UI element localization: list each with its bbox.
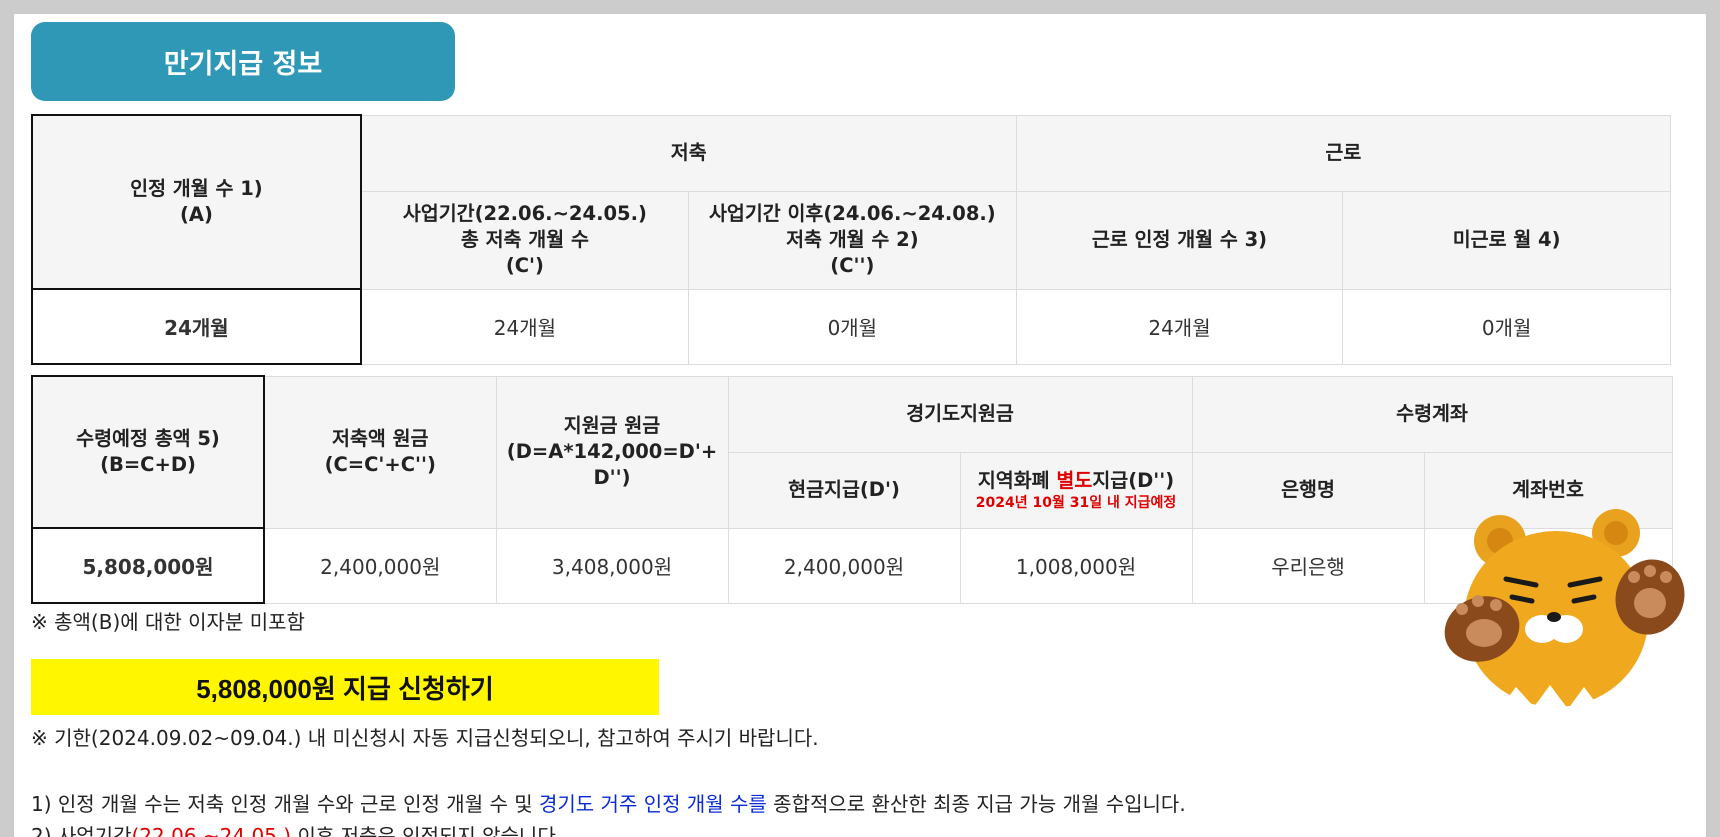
header-line: 인정 개월 수 1) <box>130 177 263 200</box>
account-group-header: 수령계좌 <box>1191 375 1673 453</box>
footnote-2-highlight: (22.06.~24.05.) <box>131 824 292 837</box>
deadline-note: ※ 기한(2024.09.02~09.04.) 내 미신청시 자동 지급신청되오… <box>31 726 819 750</box>
footnote-1-suffix: 종합적으로 환산한 최종 지급 가능 개월 수입니다. <box>766 792 1186 816</box>
header-line: 저축액 원금 <box>332 427 429 450</box>
interest-note: ※ 총액(B)에 대한 이자분 미포함 <box>31 610 305 634</box>
header-line: (C'') <box>830 254 875 277</box>
support-value: 3,408,000원 <box>495 527 729 604</box>
header-line: 저축 개월 수 2) <box>786 228 919 251</box>
footnote-2-suffix: 이후 저축은 인정되지 않습니다. <box>291 824 563 837</box>
footnote-1: 1) 인정 개월 수는 저축 인정 개월 수와 근로 인정 개월 수 및 경기도… <box>31 788 1186 817</box>
cash-header: 현금지급(D') <box>727 451 961 529</box>
payout-table: 수령예정 총액 5) (B=C+D) 저축액 원금 (C=C'+C'') 지원금… <box>31 375 1673 604</box>
header-line: 총 저축 개월 수 <box>460 228 589 251</box>
after-period-header: 사업기간 이후(24.06.~24.08.) 저축 개월 수 2) (C'') <box>687 190 1017 290</box>
non-work-months-value: 0개월 <box>1342 288 1671 365</box>
header-line: (B=C+D) <box>100 453 196 476</box>
total-value: 5,808,000원 <box>31 527 265 604</box>
recognized-months-value: 24개월 <box>31 288 362 365</box>
work-recognized-months-value: 24개월 <box>1015 288 1344 365</box>
local-currency-value: 1,008,000원 <box>959 527 1193 604</box>
footnote-2-prefix: 2) 사업기간 <box>31 824 132 837</box>
header-line: 사업기간 이후(24.06.~24.08.) <box>708 202 996 225</box>
bank-header: 은행명 <box>1191 451 1425 529</box>
savings-period-header: 사업기간(22.06.~24.05.) 총 저축 개월 수 (C') <box>360 190 689 290</box>
section-title: 만기지급 정보 <box>31 22 455 101</box>
work-group-header: 근로 <box>1015 114 1672 192</box>
local-currency-note: 2024년 10월 31일 내 지급예정 <box>975 495 1177 511</box>
support-header: 지원금 원금 (D=A*142,000=D'+ D'') <box>495 375 729 529</box>
header-line: (D=A*142,000=D'+ <box>506 440 718 463</box>
header-line: (C=C'+C'') <box>324 453 436 476</box>
non-work-header: 미근로 월 4) <box>1342 190 1671 290</box>
apply-payout-button[interactable]: 5,808,000원 지급 신청하기 <box>31 659 659 715</box>
footnote-2: 2) 사업기간(22.06.~24.05.) 이후 저축은 인정되지 않습니다. <box>31 820 562 837</box>
ryan-bear-icon <box>1444 509 1685 711</box>
recognized-months-header: 인정 개월 수 1) (A) <box>31 114 362 290</box>
total-header: 수령예정 총액 5) (B=C+D) <box>31 375 265 529</box>
savings-group-header: 저축 <box>360 114 1017 192</box>
header-line: 수령예정 총액 5) <box>76 427 220 450</box>
local-currency-title: 지역화폐 별도지급(D'') <box>961 468 1192 494</box>
local-currency-highlight: 별도 <box>1056 469 1093 492</box>
months-table: 인정 개월 수 1) (A) 저축 근로 사업기간(22.06.~24.05.)… <box>31 114 1672 365</box>
header-line: (C') <box>505 254 544 277</box>
page: 만기지급 정보 인정 개월 수 1) (A) 저축 근로 사업기간(22.06.… <box>14 14 1706 837</box>
bank-value: 우리은행 <box>1191 527 1425 604</box>
local-currency-prefix: 지역화폐 <box>977 469 1057 492</box>
header-line: D'') <box>593 466 631 489</box>
principal-value: 2,400,000원 <box>263 527 497 604</box>
local-currency-header: 지역화폐 별도지급(D'') 2024년 10월 31일 내 지급예정 <box>959 451 1193 529</box>
footnote-1-highlight: 경기도 거주 인정 개월 수를 <box>538 792 767 816</box>
savings-months-value: 24개월 <box>360 288 689 365</box>
work-recognized-header: 근로 인정 개월 수 3) <box>1015 190 1344 290</box>
cash-value: 2,400,000원 <box>727 527 961 604</box>
principal-header: 저축액 원금 (C=C'+C'') <box>263 375 497 529</box>
header-line: (A) <box>179 203 213 226</box>
gyeonggi-group-header: 경기도지원금 <box>727 375 1193 453</box>
local-currency-suffix: 지급(D'') <box>1092 469 1175 492</box>
header-line: 지원금 원금 <box>563 414 661 437</box>
footnote-1-prefix: 1) 인정 개월 수는 저축 인정 개월 수와 근로 인정 개월 수 및 <box>31 792 539 816</box>
after-period-months-value: 0개월 <box>687 288 1017 365</box>
header-line: 사업기간(22.06.~24.05.) <box>402 202 647 225</box>
